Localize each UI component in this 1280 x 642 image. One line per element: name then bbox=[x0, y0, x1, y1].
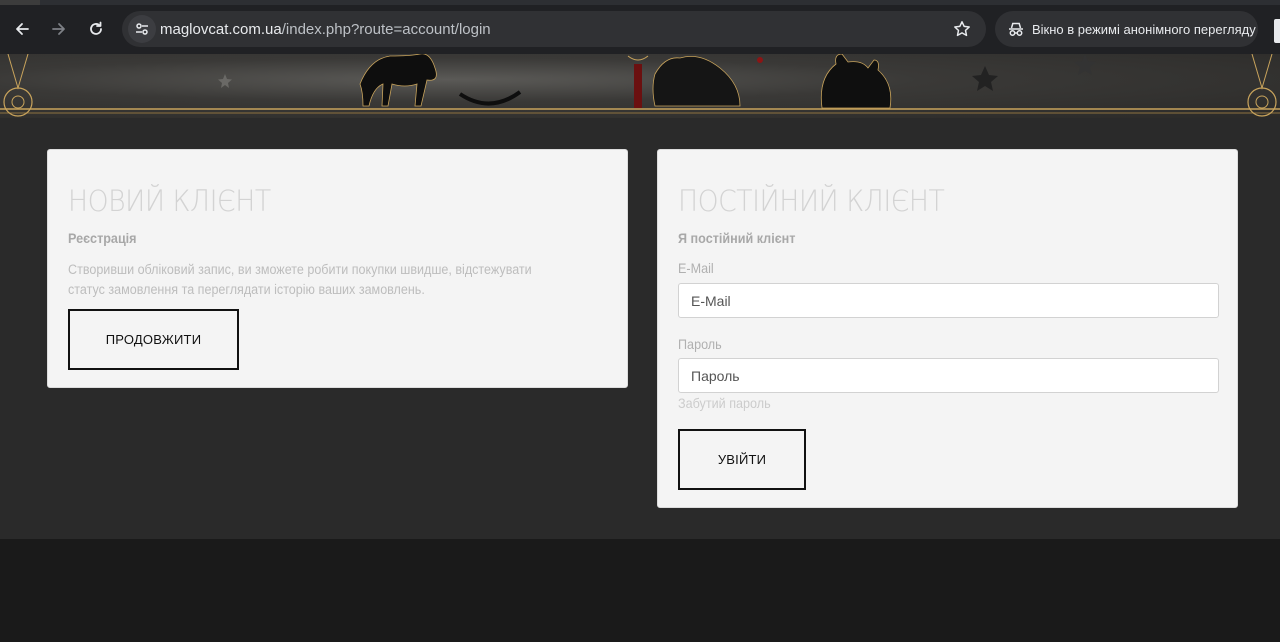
browser-toolbar: maglovcat.com.ua/index.php?route=account… bbox=[0, 0, 1280, 54]
address-bar[interactable]: maglovcat.com.ua/index.php?route=account… bbox=[122, 11, 986, 47]
url-text[interactable]: maglovcat.com.ua/index.php?route=account… bbox=[160, 21, 491, 38]
email-field[interactable] bbox=[678, 283, 1219, 318]
login-button[interactable]: УВІЙТИ bbox=[678, 429, 806, 490]
forgot-password-link[interactable]: Забутий пароль bbox=[678, 395, 771, 411]
banner-artwork bbox=[0, 54, 1280, 117]
password-label: Пароль bbox=[678, 336, 722, 352]
returning-customer-subtitle: Я постійний клієнт bbox=[678, 230, 796, 246]
bookmark-star-icon[interactable] bbox=[952, 19, 972, 39]
back-arrow-icon[interactable] bbox=[6, 13, 38, 45]
url-path: /index.php?route=account/login bbox=[281, 21, 491, 38]
continue-button[interactable]: ПРОДОВЖИТИ bbox=[68, 309, 239, 370]
new-customer-title: НОВИЙ КЛІЄНТ bbox=[68, 184, 271, 218]
password-field[interactable] bbox=[678, 358, 1219, 393]
incognito-label: Вікно в режимі анонімного перегляду bbox=[1032, 22, 1256, 37]
main-content: НОВИЙ КЛІЄНТ Реєстрація Створивши обліко… bbox=[0, 118, 1280, 539]
site-header-banner bbox=[0, 54, 1280, 118]
side-panel-tab[interactable] bbox=[1274, 19, 1280, 43]
email-label: E-Mail bbox=[678, 260, 714, 276]
reload-icon[interactable] bbox=[80, 13, 112, 45]
forward-arrow-icon[interactable] bbox=[43, 13, 75, 45]
register-description: Створивши обліковий запис, ви зможете ро… bbox=[68, 262, 532, 297]
returning-customer-panel: ПОСТІЙНИЙ КЛІЄНТ Я постійний клієнт E-Ma… bbox=[657, 149, 1238, 508]
incognito-indicator[interactable]: Вікно в режимі анонімного перегляду bbox=[995, 11, 1258, 47]
incognito-icon bbox=[1009, 22, 1023, 36]
new-customer-panel: НОВИЙ КЛІЄНТ Реєстрація Створивши обліко… bbox=[47, 149, 628, 388]
url-host: maglovcat.com.ua bbox=[160, 21, 282, 38]
site-settings-icon[interactable] bbox=[128, 15, 156, 43]
register-subtitle: Реєстрація bbox=[68, 230, 137, 246]
page-footer bbox=[0, 539, 1280, 642]
returning-customer-title: ПОСТІЙНИЙ КЛІЄНТ bbox=[678, 184, 945, 218]
tab-strip bbox=[0, 0, 40, 5]
